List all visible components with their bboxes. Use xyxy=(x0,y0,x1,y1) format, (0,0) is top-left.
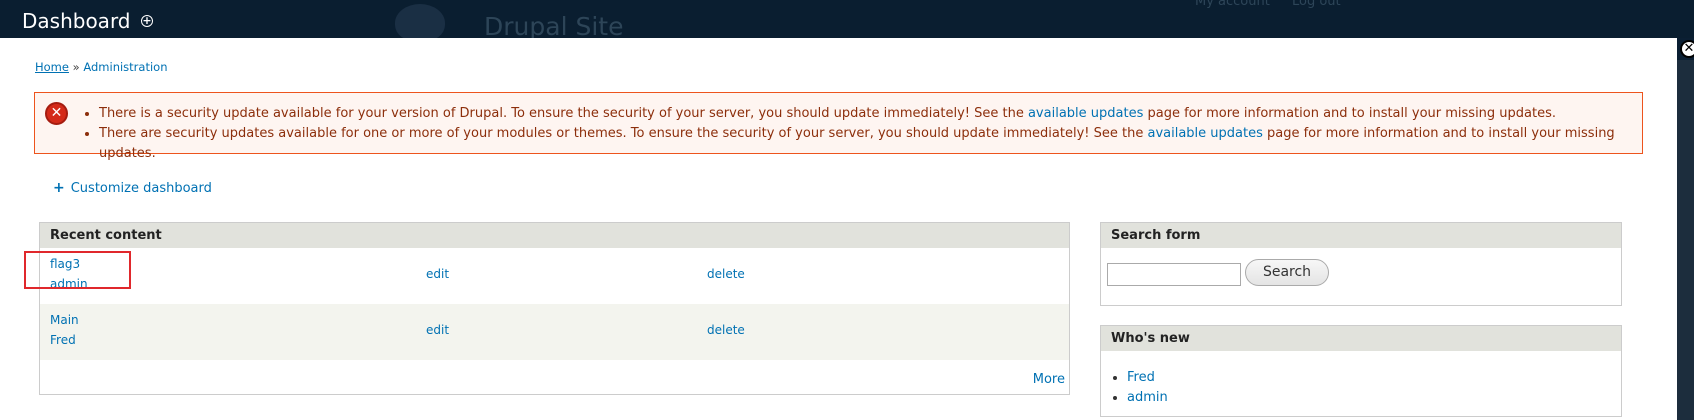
breadcrumb-home-link[interactable]: Home xyxy=(35,60,69,74)
whos-new-block: Who's new Fred admin xyxy=(1100,325,1622,417)
user-link-admin[interactable]: admin xyxy=(1127,390,1168,405)
search-button[interactable]: Search xyxy=(1245,259,1329,286)
breadcrumb-administration-link[interactable]: Administration xyxy=(83,60,167,74)
available-updates-link[interactable]: available updates xyxy=(1147,126,1262,141)
scrollbar[interactable] xyxy=(1677,60,1694,420)
search-input[interactable] xyxy=(1107,263,1241,286)
block-title: Who's new xyxy=(1101,326,1621,351)
plus-icon: + xyxy=(53,180,65,196)
block-title: Recent content xyxy=(40,223,1069,248)
message-text: There is a security update available for… xyxy=(99,106,1028,121)
message-list: There is a security update available for… xyxy=(99,104,1642,164)
error-messages: ✕ There is a security update available f… xyxy=(34,92,1643,161)
error-icon: ✕ xyxy=(45,102,68,125)
breadcrumb: Home » Administration xyxy=(35,60,167,74)
message-item: There is a security update available for… xyxy=(99,104,1642,124)
table-row: flag3 admin edit delete xyxy=(40,248,1069,304)
site-name: Drupal Site xyxy=(484,12,624,41)
site-header-background xyxy=(0,0,1694,38)
content-author-link[interactable]: Fred xyxy=(50,333,76,347)
customize-dashboard-link[interactable]: Customize dashboard xyxy=(71,181,212,196)
recent-content-block: Recent content flag3 admin edit delete M… xyxy=(39,222,1070,395)
block-title: Search form xyxy=(1101,223,1621,248)
close-overlay-icon[interactable]: ✕ xyxy=(1680,40,1694,58)
table-row: Main Fred edit delete xyxy=(40,304,1069,360)
list-item: Fred xyxy=(1127,368,1168,388)
edit-link[interactable]: edit xyxy=(426,323,449,337)
customize-dashboard[interactable]: + Customize dashboard xyxy=(53,180,212,196)
my-account-link[interactable]: My account xyxy=(1195,0,1270,9)
drupal-logo-icon xyxy=(395,4,445,42)
highlight-box xyxy=(24,251,131,289)
content-title-link[interactable]: Main xyxy=(50,313,79,327)
message-item: There are security updates available for… xyxy=(99,124,1642,164)
breadcrumb-separator: » xyxy=(68,60,84,74)
available-updates-link[interactable]: available updates xyxy=(1028,106,1143,121)
edit-link[interactable]: edit xyxy=(426,267,449,281)
delete-link[interactable]: delete xyxy=(707,267,745,281)
user-link-fred[interactable]: Fred xyxy=(1127,370,1155,385)
user-list: Fred admin xyxy=(1127,368,1168,408)
user-links: My account Log out xyxy=(1195,0,1359,9)
message-text: There are security updates available for… xyxy=(99,126,1148,141)
list-item: admin xyxy=(1127,388,1168,408)
more-link[interactable]: More xyxy=(1033,372,1065,387)
search-form-block: Search form xyxy=(1100,222,1622,306)
add-shortcut-icon[interactable]: + xyxy=(141,15,153,27)
log-out-link[interactable]: Log out xyxy=(1292,0,1341,9)
message-text: page for more information and to install… xyxy=(1143,106,1557,121)
delete-link[interactable]: delete xyxy=(707,323,745,337)
overlay-title: Dashboard xyxy=(22,9,131,33)
